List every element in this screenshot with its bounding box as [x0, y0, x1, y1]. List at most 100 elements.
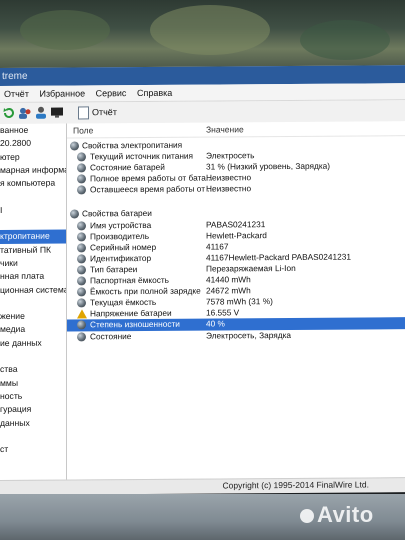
- property-field: Состояние батарей: [90, 162, 165, 173]
- tree-item[interactable]: ства: [0, 363, 66, 377]
- tree-item[interactable]: ммы: [0, 376, 66, 390]
- property-value: 16.555 V: [206, 307, 240, 318]
- property-value: 40 %: [206, 318, 225, 329]
- section-icon: [70, 209, 79, 219]
- property-value: Электросеть, Зарядка: [206, 329, 292, 341]
- menu-report[interactable]: Отчёт: [4, 89, 29, 99]
- tree-item[interactable]: [0, 456, 66, 470]
- property-field: Оставшееся время работы от ...: [90, 183, 215, 195]
- avito-watermark: Avito: [300, 502, 374, 528]
- tree-item[interactable]: I: [0, 203, 66, 217]
- tree-item[interactable]: [0, 190, 66, 204]
- warning-icon: [77, 309, 87, 319]
- refresh-icon[interactable]: [2, 106, 16, 120]
- battery-icon: [77, 220, 86, 231]
- property-field: Серийный номер: [90, 241, 157, 253]
- tree-item[interactable]: ционная система: [0, 283, 67, 297]
- tree-item[interactable]: ктропитание: [0, 229, 66, 244]
- section-icon: [70, 141, 79, 151]
- column-value-header[interactable]: Значение: [206, 122, 244, 136]
- tree-item[interactable]: [0, 217, 66, 231]
- menu-service[interactable]: Сервис: [96, 88, 127, 98]
- tree-item[interactable]: чики: [0, 257, 66, 271]
- tree-item[interactable]: [0, 429, 66, 443]
- property-field: Идентификатор: [90, 252, 152, 264]
- property-value: 41440 mWh: [206, 274, 251, 285]
- user-icon[interactable]: [34, 106, 48, 120]
- navigation-tree: ванное 20.2800 ютер марная информа я компьют…: [0, 123, 67, 495]
- property-field: Состояние: [90, 330, 132, 341]
- avito-logo-icon: [300, 509, 314, 524]
- tree-item[interactable]: марная информа: [0, 163, 67, 177]
- property-field: Тип батареи: [90, 263, 138, 275]
- users-icon[interactable]: [18, 106, 32, 120]
- property-value: PABAS0241231: [206, 218, 266, 230]
- app-window: treme Отчёт Избранное Сервис Справка Отч…: [0, 65, 405, 495]
- tree-item[interactable]: медиа: [0, 323, 66, 337]
- section-title: Свойства батареи: [82, 208, 152, 219]
- property-field: Полное время работы от бата...: [90, 172, 213, 184]
- property-field: Текущая ёмкость: [90, 297, 157, 308]
- property-value: Hewlett-Packard: [206, 229, 267, 241]
- property-value: 7578 mWh (31 %): [206, 296, 273, 307]
- window-title: treme: [2, 70, 28, 82]
- property-value: Электросеть: [206, 150, 255, 161]
- battery-icon: [77, 298, 86, 308]
- report-icon: [78, 106, 89, 120]
- property-row[interactable]: Оставшееся время работы от ... Неизвестно: [67, 183, 405, 196]
- tree-item[interactable]: [0, 296, 66, 310]
- tree-item[interactable]: ие данных: [0, 336, 66, 350]
- battery-icon: [77, 185, 86, 195]
- report-button-label: Отчёт: [92, 107, 117, 118]
- property-field: Напряжение батареи: [90, 308, 172, 319]
- tree-item[interactable]: [0, 350, 66, 364]
- battery-icon: [77, 331, 86, 341]
- properties-list: Свойства электропитания Текущий источник …: [67, 136, 405, 342]
- tree-item[interactable]: жение: [0, 310, 66, 324]
- battery-icon: [77, 276, 86, 286]
- property-row[interactable]: Состояние Электросеть, Зарядка: [67, 329, 405, 342]
- property-value: 41167: [206, 241, 229, 252]
- property-value: 31 % (Низкий уровень, Зарядка): [206, 160, 331, 172]
- property-value: Неизвестно: [206, 183, 252, 194]
- background-photo-top: [0, 0, 405, 70]
- battery-icon: [77, 265, 86, 275]
- battery-icon: [77, 243, 86, 253]
- tree-item[interactable]: ванное: [0, 124, 66, 138]
- monitor-icon[interactable]: [50, 106, 64, 120]
- battery-icon: [77, 174, 86, 184]
- tree-item[interactable]: нная плата: [0, 270, 66, 284]
- property-value: Неизвестно: [206, 172, 252, 183]
- property-field: Степень изношенности: [90, 319, 180, 330]
- section-title: Свойства электропитания: [82, 139, 183, 151]
- tree-item[interactable]: гурация: [0, 403, 66, 417]
- menu-help[interactable]: Справка: [137, 88, 172, 98]
- column-field-header[interactable]: Поле: [73, 123, 93, 137]
- property-value: 24672 mWh: [206, 285, 251, 296]
- battery-icon: [77, 152, 86, 162]
- property-field: Паспортная ёмкость: [90, 274, 169, 286]
- tree-item[interactable]: ютер: [0, 150, 66, 164]
- details-pane: Поле Значение Свойства электропитания Тек…: [67, 121, 405, 494]
- tree-item[interactable]: ст: [0, 443, 66, 457]
- tree-item[interactable]: ность: [0, 389, 66, 403]
- property-field: Производитель: [90, 230, 150, 242]
- column-headers: Поле Значение: [67, 121, 405, 139]
- status-bar: Copyright (c) 1995-2014 FinalWire Ltd.: [0, 477, 405, 495]
- property-field: Имя устройства: [90, 219, 152, 230]
- battery-icon: [77, 232, 86, 242]
- property-value: Перезаряжаемая Li-Ion: [206, 262, 296, 274]
- tree-item[interactable]: 20.2800: [0, 137, 66, 151]
- property-field: Ёмкость при полной зарядке: [90, 285, 201, 297]
- battery-icon: [77, 320, 86, 330]
- tree-item[interactable]: я компьютера: [0, 177, 66, 191]
- battery-icon: [77, 163, 86, 173]
- menu-favorites[interactable]: Избранное: [39, 88, 85, 98]
- battery-icon: [77, 287, 86, 297]
- tree-item[interactable]: тативный ПК: [0, 243, 66, 257]
- tree-item[interactable]: данных: [0, 416, 66, 430]
- copyright-text: Copyright (c) 1995-2014 FinalWire Ltd.: [222, 479, 369, 491]
- report-button[interactable]: Отчёт: [78, 106, 117, 120]
- property-field: Текущий источник питания: [90, 150, 194, 162]
- watermark-text: Avito: [317, 502, 374, 527]
